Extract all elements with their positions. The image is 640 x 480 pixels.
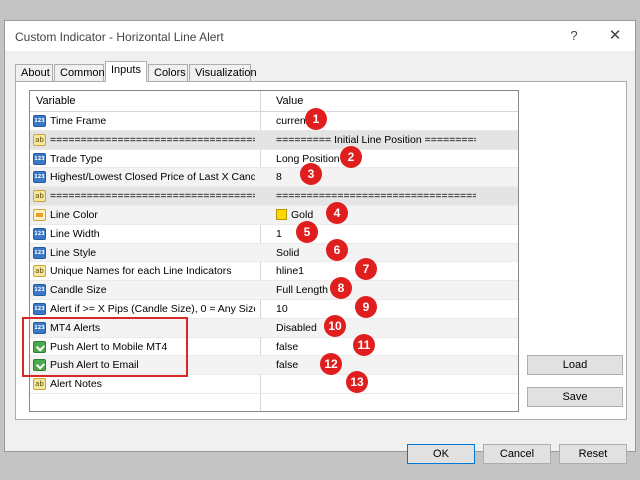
color-swatch [276,208,287,220]
table-row[interactable]: ========================================… [30,130,518,150]
variable-name: Trade Type [50,152,103,165]
color-name: Gold [291,208,314,221]
int-icon [33,115,46,127]
reset-button[interactable]: Reset [559,444,627,464]
variable-name: Unique Names for each Line Indicators [50,265,232,278]
variable-name: Line Style [50,246,97,259]
callout-badge: 1 [305,108,327,130]
variable-name: Line Width [50,227,100,240]
dialog-window: Custom Indicator - Horizontal Line Alert… [4,20,636,464]
callout-badge: 13 [346,371,368,393]
variable-value[interactable]: ======================================== [276,190,476,202]
variable-name: Candle Size [50,284,107,297]
int-icon [33,171,46,184]
variable-value[interactable]: false [276,359,476,371]
cancel-button[interactable]: Cancel [483,444,551,464]
save-button[interactable]: Save [527,387,623,407]
close-button[interactable]: ✕ [601,26,629,46]
table-row[interactable]: Line Color Gold [30,205,518,225]
variable-name: Time Frame [50,115,107,127]
color-icon [33,208,46,221]
load-button[interactable]: Load [527,355,623,375]
callout-badge: 3 [300,163,322,185]
help-button[interactable]: ? [560,26,588,46]
tab-inputs[interactable]: Inputs [105,61,147,82]
callout-badge: 9 [355,296,377,318]
callout-badge: 12 [320,353,342,375]
table-row[interactable]: Alert Notes [30,375,518,394]
callout-badge: 4 [326,202,348,224]
tab-colors[interactable]: Colors [148,64,188,81]
alerts-highlight-box [22,317,188,377]
int-icon [33,302,46,315]
tab-common[interactable]: Common [54,64,105,81]
callout-badge: 2 [340,146,362,168]
callout-badge: 8 [330,277,352,299]
int-icon [33,246,46,259]
string-icon [33,378,46,391]
variable-name: ========================================… [50,133,255,146]
value-column-header: Value [276,95,304,107]
string-icon [33,265,46,278]
int-icon [33,152,46,165]
variable-value[interactable]: false [276,341,476,353]
variable-name: Alert if >= X Pips (Candle Size), 0 = An… [50,302,255,315]
variable-value[interactable]: Full Length [276,284,476,296]
callout-badge: 11 [353,334,375,356]
variable-value[interactable]: Solid [276,247,476,259]
ok-button[interactable]: OK [407,444,475,464]
title-bar: Custom Indicator - Horizontal Line Alert… [5,21,635,51]
callout-badge: 7 [355,258,377,280]
variable-value[interactable]: Gold [276,208,476,221]
variable-column-header: Variable [36,95,76,107]
table-row[interactable]: Alert if >= X Pips (Candle Size), 0 = An… [30,300,518,319]
string-icon [33,190,46,203]
table-row[interactable]: Time Framecurrent [30,112,518,131]
tab-visualization[interactable]: Visualization [189,64,257,81]
int-icon [33,227,46,240]
variable-value[interactable]: Disabled [276,322,476,334]
int-icon [33,284,46,297]
variable-name: Highest/Lowest Closed Price of Last X Ca… [50,171,255,184]
string-icon [33,133,46,146]
callout-badge: 5 [296,221,318,243]
callout-badge: 6 [326,239,348,261]
table-row[interactable]: Line Width1 [30,225,518,244]
table-row[interactable]: Unique Names for each Line Indicatorshli… [30,262,518,282]
table-row[interactable]: Candle Size Full Length [30,281,518,300]
variable-name: Line Color [50,208,98,221]
table-row[interactable]: Highest/Lowest Closed Price of Last X Ca… [30,168,518,188]
variable-name: ========================================… [50,190,255,203]
table-row[interactable]: Trade TypeLong Position [30,150,518,169]
window-title: Custom Indicator - Horizontal Line Alert [15,30,224,44]
tab-about[interactable]: About [15,64,53,81]
callout-badge: 10 [324,315,346,337]
variable-name: Alert Notes [50,378,102,391]
table-row[interactable]: Line Style Solid [30,243,518,263]
variable-value[interactable]: ========= Initial Line Position ========… [276,134,476,146]
grid-header: Variable Value [30,91,518,112]
table-row[interactable]: ========================================… [30,187,518,206]
